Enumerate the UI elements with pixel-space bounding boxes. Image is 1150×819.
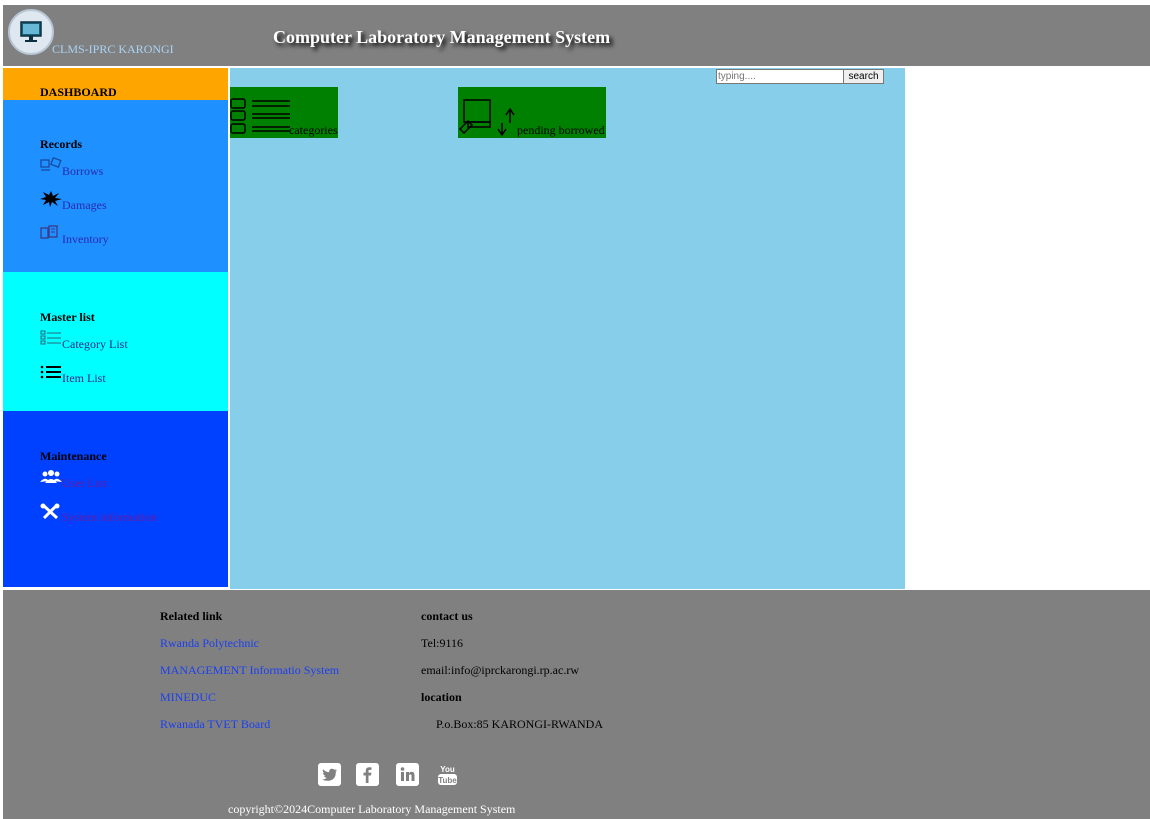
link-rwanda-tvet-board[interactable]: Rwanada TVET Board xyxy=(160,717,270,732)
contact-email: email:info@iprckarongi.rp.ac.rw xyxy=(421,663,579,677)
damage-icon xyxy=(40,191,62,207)
sidebar-item-label: Damages xyxy=(62,198,107,212)
pending-borrowed-card[interactable]: pending borrowed xyxy=(458,87,606,138)
item-list-icon xyxy=(40,364,62,380)
dashboard-label: DASHBOARD xyxy=(40,85,117,99)
link-mineduc[interactable]: MINEDUC xyxy=(160,690,216,705)
section-title-records: Records xyxy=(40,137,82,151)
section-title-maintenance: Maintenance xyxy=(40,449,107,463)
footer: Related link Rwanda Polytechnic MANAGEME… xyxy=(3,590,1150,819)
search-button[interactable]: search xyxy=(843,69,884,84)
sidebar-section-records: Records Borrows Damages Inventory xyxy=(3,100,228,272)
facebook-icon[interactable] xyxy=(356,763,379,786)
app-header: CLMS-IPRC KARONGI Computer Laboratory Ma… xyxy=(3,5,1150,66)
link-management-information-system[interactable]: MANAGEMENT Informatio System xyxy=(160,663,339,678)
sidebar-item-label: User List xyxy=(62,476,107,490)
svg-text:You: You xyxy=(440,765,455,774)
borrow-transfer-icon xyxy=(458,99,515,137)
copyright-text: copyright©2024Computer Laboratory Manage… xyxy=(228,802,516,816)
linkedin-icon[interactable] xyxy=(396,763,419,786)
sidebar-item-category-list[interactable]: Category List xyxy=(40,330,128,352)
related-links-title: Related link xyxy=(160,609,223,623)
youtube-icon[interactable]: You Tube xyxy=(436,763,459,786)
sidebar-item-damages[interactable]: Damages xyxy=(40,191,107,213)
sidebar-section-master-list: Master list Category List Item List xyxy=(3,272,228,411)
sidebar-item-label: Inventory xyxy=(62,232,109,246)
inventory-icon xyxy=(40,225,62,241)
contact-title: contact us xyxy=(421,609,473,623)
twitter-icon[interactable] xyxy=(318,763,341,786)
category-list-icon xyxy=(230,98,290,134)
computer-icon xyxy=(20,21,42,42)
main-content: search categories pending borrowed xyxy=(230,68,905,589)
contact-tel: Tel:9116 xyxy=(421,636,464,650)
card-label: pending borrowed xyxy=(517,123,605,137)
sidebar: DASHBOARD Records Borrows Damages Invent… xyxy=(3,68,228,587)
sidebar-item-borrows[interactable]: Borrows xyxy=(40,156,104,179)
svg-text:Tube: Tube xyxy=(438,776,457,785)
sidebar-item-label: Category List xyxy=(62,337,128,351)
category-list-icon xyxy=(40,330,62,346)
sidebar-item-label: Borrows xyxy=(62,164,104,178)
sidebar-section-maintenance: Maintenance User List System information xyxy=(3,411,228,587)
section-title-master-list: Master list xyxy=(40,310,95,324)
location-address: P.o.Box:85 KARONGI-RWANDA xyxy=(436,717,604,731)
sidebar-item-label: System information xyxy=(62,510,157,524)
link-rwanda-polytechnic[interactable]: Rwanda Polytechnic xyxy=(160,636,259,651)
sidebar-item-item-list[interactable]: Item List xyxy=(40,365,106,386)
brand-name: CLMS-IPRC KARONGI xyxy=(52,42,174,56)
sidebar-item-system-information[interactable]: System information xyxy=(40,503,157,525)
borrow-icon xyxy=(40,156,62,173)
users-icon xyxy=(40,469,62,485)
sidebar-item-user-list[interactable]: User List xyxy=(40,470,107,491)
tools-icon xyxy=(40,503,62,520)
app-logo[interactable] xyxy=(8,9,54,55)
sidebar-item-dashboard[interactable]: DASHBOARD xyxy=(3,68,228,100)
page-title: Computer Laboratory Management System xyxy=(273,27,611,47)
card-label: categories xyxy=(289,123,338,137)
sidebar-item-label: Item List xyxy=(62,371,106,385)
location-title: location xyxy=(421,690,462,704)
categories-card[interactable]: categories xyxy=(230,87,338,138)
sidebar-item-inventory[interactable]: Inventory xyxy=(40,225,109,247)
search-input[interactable] xyxy=(716,69,845,84)
